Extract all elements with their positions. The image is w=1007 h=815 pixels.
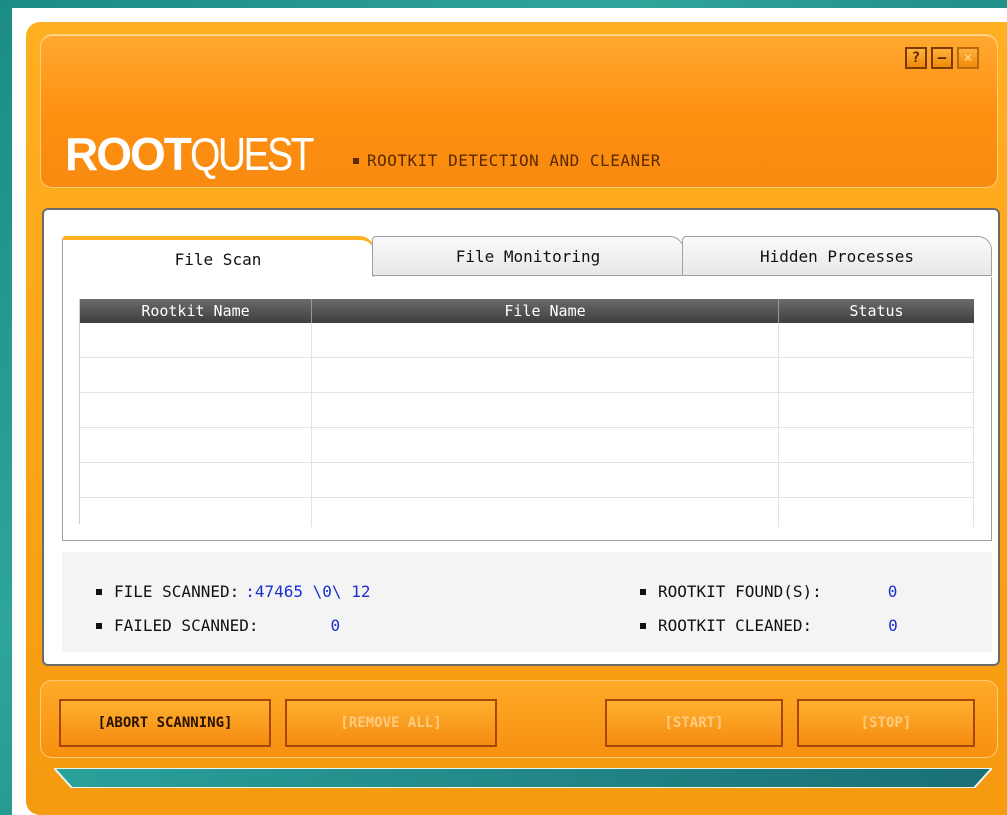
failed-scanned-value: 0: [330, 616, 341, 635]
start-button[interactable]: [START]: [605, 699, 783, 747]
table-row: [80, 463, 974, 498]
stat-rootkit-found: ROOTKIT FOUND(S): 0: [640, 582, 897, 601]
remove-all-button[interactable]: [REMOVE ALL]: [285, 699, 497, 747]
stat-failed-scanned: FAILED SCANNED: 0: [96, 616, 340, 635]
file-scanned-value: :47465 \0\ 12: [245, 582, 371, 601]
header-panel: ? – × ROOT QUEST ROOTKIT DETECTION AND C…: [40, 34, 998, 188]
column-header-status[interactable]: Status: [779, 299, 974, 323]
logo-bold-text: ROOT: [65, 128, 192, 180]
rootkit-cleaned-label: ROOTKIT CLEANED:: [658, 616, 813, 635]
column-header-rootkit-name[interactable]: Rootkit Name: [80, 299, 312, 323]
decorative-bar: [54, 768, 992, 788]
window-controls: ? – ×: [905, 47, 979, 69]
bullet-icon: [640, 588, 646, 595]
rootkit-found-value: 0: [887, 582, 898, 601]
subtitle-text: ROOTKIT DETECTION AND CLEANER: [367, 151, 661, 170]
stat-file-scanned: FILE SCANNED: :47465 \0\ 12: [96, 582, 370, 601]
tab-file-monitoring[interactable]: File Monitoring: [372, 236, 684, 276]
table-row: [80, 358, 974, 393]
app-logo: ROOT QUEST: [65, 127, 333, 180]
tab-bar: File Scan File Monitoring Hidden Process…: [62, 236, 992, 278]
logo-light-text: QUEST: [189, 128, 315, 180]
minimize-button[interactable]: –: [931, 47, 953, 69]
tab-file-scan[interactable]: File Scan: [62, 236, 374, 278]
stop-button[interactable]: [STOP]: [797, 699, 975, 747]
bullet-icon: [96, 588, 102, 595]
bullet-icon: [353, 157, 359, 164]
table-row: [80, 323, 974, 358]
table-row: [80, 428, 974, 463]
bullet-icon: [96, 622, 102, 629]
main-panel: File Scan File Monitoring Hidden Process…: [42, 208, 1000, 666]
action-bar: [ABORT SCANNING] [REMOVE ALL] [START] [S…: [40, 680, 998, 758]
app-subtitle: ROOTKIT DETECTION AND CLEANER: [353, 151, 661, 170]
tab-hidden-processes[interactable]: Hidden Processes: [682, 236, 992, 276]
help-button[interactable]: ?: [905, 47, 927, 69]
results-table[interactable]: Rootkit Name File Name Status: [79, 299, 974, 527]
close-button[interactable]: ×: [957, 47, 979, 69]
failed-scanned-label: FAILED SCANNED:: [114, 616, 259, 635]
abort-scanning-button[interactable]: [ABORT SCANNING]: [59, 699, 271, 747]
stat-rootkit-cleaned: ROOTKIT CLEANED: 0: [640, 616, 898, 635]
table-row: [80, 498, 974, 527]
table-row: [80, 393, 974, 428]
column-header-file-name[interactable]: File Name: [312, 299, 779, 323]
tab-content: Rootkit Name File Name Status: [62, 277, 992, 541]
rootkit-cleaned-value: 0: [888, 616, 898, 635]
file-scanned-label: FILE SCANNED:: [114, 582, 240, 601]
table-header: Rootkit Name File Name Status: [80, 299, 974, 323]
scan-statistics: FILE SCANNED: :47465 \0\ 12 FAILED SCANN…: [62, 552, 992, 652]
bullet-icon: [640, 622, 646, 629]
rootkit-found-label: ROOTKIT FOUND(S):: [658, 582, 822, 601]
